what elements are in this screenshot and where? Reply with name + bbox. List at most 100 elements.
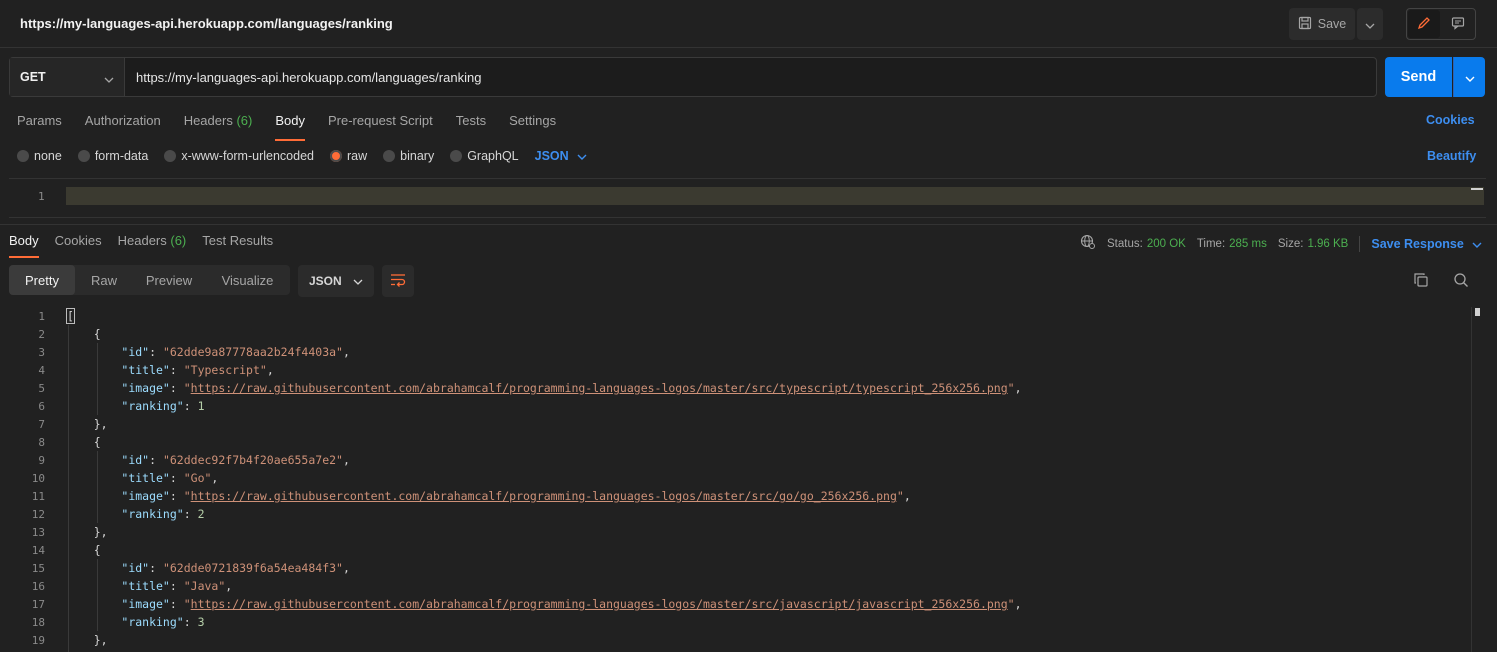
code-text: "ranking": 1 (121, 399, 205, 413)
tab-test-results[interactable]: Test Results (202, 233, 273, 258)
beautify-link[interactable]: Beautify (1427, 149, 1476, 163)
line-number: 3 (38, 345, 45, 359)
code-text: { (66, 327, 101, 341)
radio-raw[interactable]: raw (330, 149, 367, 163)
radio-dot (164, 150, 177, 162)
tab-response-cookies[interactable]: Cookies (55, 233, 102, 258)
wrap-lines-button[interactable] (382, 265, 414, 297)
tab-authorization[interactable]: Authorization (85, 113, 161, 141)
code-text: "title": "Java", (121, 579, 233, 593)
code-line: 11 "image": "https://raw.githubuserconte… (0, 487, 1470, 505)
code-line: 3 "id": "62dde9a87778aa2b24f4403a", (0, 343, 1470, 361)
radio-binary[interactable]: binary (383, 149, 434, 163)
time-label: Time: (1196, 237, 1226, 250)
save-label: Save (1317, 17, 1347, 31)
save-response-label: Save Response (1371, 236, 1464, 251)
size-readout: Size: 1.96 KB (1278, 238, 1349, 250)
tab-label: Cookies (54, 233, 102, 248)
chevron-down-icon (1365, 17, 1375, 32)
url-input[interactable]: https://my-languages-api.herokuapp.com/l… (136, 70, 481, 85)
code-text: "id": "62dde9a87778aa2b24f4403a", (121, 345, 350, 359)
search-icon (1453, 272, 1469, 291)
tab-label: Test Results (202, 233, 274, 248)
line-number: 16 (31, 579, 45, 593)
view-pretty[interactable]: Pretty (9, 265, 75, 295)
code-line: 18 "ranking": 3 (0, 613, 1470, 631)
line-number: 10 (31, 471, 45, 485)
line-number: 2 (38, 327, 45, 341)
radio-label: raw (347, 149, 368, 163)
chevron-down-icon (104, 72, 114, 86)
copy-button[interactable] (1411, 271, 1431, 291)
radio-label: x-www-form-urlencoded (181, 149, 314, 163)
response-body-viewer[interactable]: 1[2 {3 "id": "62dde9a87778aa2b24f4403a",… (0, 307, 1497, 652)
save-button[interactable]: Save (1289, 8, 1355, 40)
code-text: "ranking": 3 (121, 615, 205, 629)
save-options-button[interactable] (1357, 8, 1383, 40)
code-line: 12 "ranking": 2 (0, 505, 1470, 523)
line-number: 19 (31, 633, 45, 647)
code-text: }, (66, 525, 108, 539)
tab-pre-request-script[interactable]: Pre-request Script (328, 113, 433, 141)
tab-label: Authorization (84, 113, 161, 128)
tab-settings[interactable]: Settings (509, 113, 556, 141)
code-line: 13 }, (0, 523, 1470, 541)
send-options-button[interactable] (1453, 57, 1485, 97)
search-button[interactable] (1451, 271, 1471, 291)
code-text: "id": "62dde0721839f6a54ea484f3", (121, 561, 350, 575)
line-number: 15 (31, 561, 45, 575)
send-button[interactable]: Send (1385, 57, 1452, 97)
code-line: 1[ (0, 307, 1470, 325)
radio-form-data[interactable]: form-data (77, 149, 148, 163)
radio-graphql[interactable]: GraphQL (450, 149, 519, 163)
radio-dot (383, 150, 396, 162)
status-readout: Status: 200 OK (1107, 238, 1186, 250)
divider (0, 224, 1497, 225)
tab-headers[interactable]: Headers (6) (184, 113, 253, 141)
view-preview[interactable]: Preview (133, 265, 205, 295)
line-number: 17 (31, 597, 45, 611)
tab-response-body[interactable]: Body (9, 233, 39, 258)
method-select[interactable]: GET (10, 58, 125, 96)
active-line-highlight (66, 187, 1484, 205)
view-raw[interactable]: Raw (75, 265, 133, 295)
response-tabs: Body Cookies Headers (6) Test Results (9, 233, 289, 258)
chevron-down-icon (353, 274, 363, 288)
comments-button[interactable] (1441, 9, 1475, 39)
code-line: 2 { (0, 325, 1470, 343)
tab-label: Pre-request Script (327, 113, 433, 128)
save-response-button[interactable]: Save Response (1371, 236, 1482, 251)
request-body-editor[interactable]: 1 (9, 178, 1486, 218)
cookies-link[interactable]: Cookies (1426, 113, 1475, 127)
method-value: GET (20, 70, 46, 84)
body-format-select[interactable]: JSON (535, 149, 587, 163)
response-scrollbar[interactable] (1475, 308, 1480, 316)
comment-icon (1451, 16, 1465, 33)
code-text: "id": "62ddec92f7b4f20ae655a7e2", (121, 453, 350, 467)
request-title[interactable]: https://my-languages-api.herokuapp.com/l… (20, 16, 393, 31)
tab-body[interactable]: Body (275, 113, 305, 141)
tab-params[interactable]: Params (17, 113, 62, 141)
body-format-value: JSON (534, 149, 569, 163)
editor-scrollbar[interactable] (1471, 188, 1483, 190)
radio-dot (77, 150, 90, 162)
tab-tests[interactable]: Tests (456, 113, 486, 141)
matched-bracket: [ (66, 308, 75, 324)
globe-icon[interactable] (1080, 234, 1096, 253)
code-line: 8 { (0, 433, 1470, 451)
wrap-lines-icon (390, 273, 406, 290)
tab-response-headers[interactable]: Headers (6) (118, 233, 187, 258)
code-line: 5 "image": "https://raw.githubuserconten… (0, 379, 1470, 397)
response-format-select[interactable]: JSON (298, 265, 374, 297)
radio-urlencoded[interactable]: x-www-form-urlencoded (164, 149, 314, 163)
edit-mode-button[interactable] (1408, 10, 1440, 38)
time-readout: Time: 285 ms (1197, 238, 1267, 250)
size-label: Size: (1277, 237, 1304, 250)
line-number: 9 (38, 453, 45, 467)
radio-none[interactable]: none (17, 149, 62, 163)
line-number: 1 (38, 190, 45, 203)
view-visualize[interactable]: Visualize (205, 265, 290, 295)
mode-toggle (1406, 8, 1476, 40)
request-header-bar: https://my-languages-api.herokuapp.com/l… (0, 0, 1497, 48)
code-text: { (66, 435, 101, 449)
